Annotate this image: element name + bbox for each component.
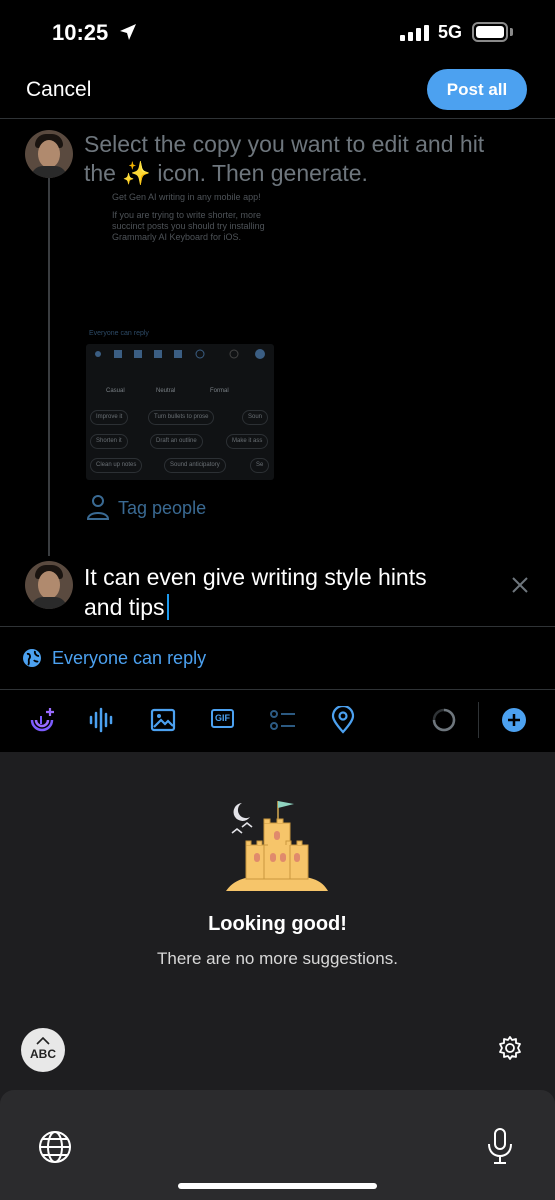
status-time: 10:25 (52, 20, 109, 45)
embedded-screenshot-panel: Casual Neutral Formal Improve it Turn bu… (86, 344, 274, 480)
embedded-chip: Clean up notes (90, 458, 143, 473)
poll-icon[interactable] (269, 706, 297, 734)
embedded-chip: Improve it (90, 410, 129, 425)
status-bar: 10:25 5G (0, 0, 555, 60)
ai-spaces-icon[interactable] (28, 706, 56, 734)
globe-icon (23, 649, 41, 667)
embedded-line-2: If you are trying to write shorter, more… (112, 210, 265, 242)
network-type: 5G (438, 22, 463, 42)
avatar (25, 561, 73, 609)
chevron-up-icon (36, 1037, 50, 1045)
embedded-toolbar-icons (95, 349, 265, 359)
tag-people-label: Tag people (118, 498, 207, 518)
embedded-chip: Make it ass (226, 434, 269, 449)
divider (0, 626, 555, 627)
text-caret (166, 594, 169, 620)
embedded-chip: Turn bullets to prose (148, 410, 215, 425)
cancel-button[interactable]: Cancel (26, 78, 91, 102)
battery-cap (510, 28, 513, 36)
sandcastle-illustration-icon (226, 801, 328, 891)
character-count-ring-icon (432, 708, 456, 732)
embedded-chip: Sound anticipatory (164, 458, 226, 473)
second-post-text: It can even give writing style hints and… (84, 564, 427, 620)
battery-icon (472, 22, 508, 42)
gif-button[interactable]: GIF (211, 709, 234, 728)
no-suggestions-text: There are no more suggestions. (157, 949, 398, 968)
post-all-button[interactable]: Post all (427, 69, 527, 110)
home-indicator[interactable] (178, 1183, 377, 1189)
embedded-chip: Shorten it (90, 434, 128, 449)
location-arrow-icon (120, 24, 136, 40)
gear-icon[interactable] (497, 1035, 523, 1061)
embedded-chip: Se (250, 458, 270, 473)
embedded-screenshot-text: Get Gen AI writing in any mobile app! If… (112, 192, 292, 250)
embedded-reply-setting: Everyone can reply (89, 330, 149, 337)
first-post-placeholder[interactable]: Select the copy you want to edit and hit… (84, 130, 504, 188)
toolbar-divider (478, 702, 479, 738)
close-icon[interactable] (510, 575, 530, 595)
cellular-signal-icon (400, 25, 429, 41)
compose-toolbar: GIF (0, 690, 555, 752)
embedded-tab-casual: Casual (106, 388, 125, 394)
avatar (25, 130, 73, 178)
embedded-tab-neutral: Neutral (156, 388, 176, 394)
location-pin-icon[interactable] (329, 706, 357, 734)
embedded-chip: Draft an outline (150, 434, 203, 449)
person-icon (86, 495, 110, 520)
abc-keyboard-button[interactable]: ABC (21, 1028, 65, 1072)
embedded-line-1: Get Gen AI writing in any mobile app! (112, 192, 261, 202)
add-post-icon[interactable] (500, 706, 528, 734)
looking-good-title: Looking good! (208, 913, 347, 935)
embedded-chip: Soun (242, 410, 269, 425)
globe-icon[interactable] (37, 1129, 73, 1165)
thread-connector-line (48, 178, 50, 556)
abc-label: ABC (30, 1047, 56, 1061)
microphone-icon[interactable] (486, 1126, 514, 1166)
embedded-tab-formal: Formal (210, 388, 229, 394)
second-post-input[interactable]: It can even give writing style hints and… (84, 562, 464, 622)
header-divider (0, 118, 555, 119)
image-icon[interactable] (149, 706, 177, 734)
audio-waveform-icon[interactable] (88, 706, 116, 734)
reply-setting-label: Everyone can reply (52, 648, 207, 668)
